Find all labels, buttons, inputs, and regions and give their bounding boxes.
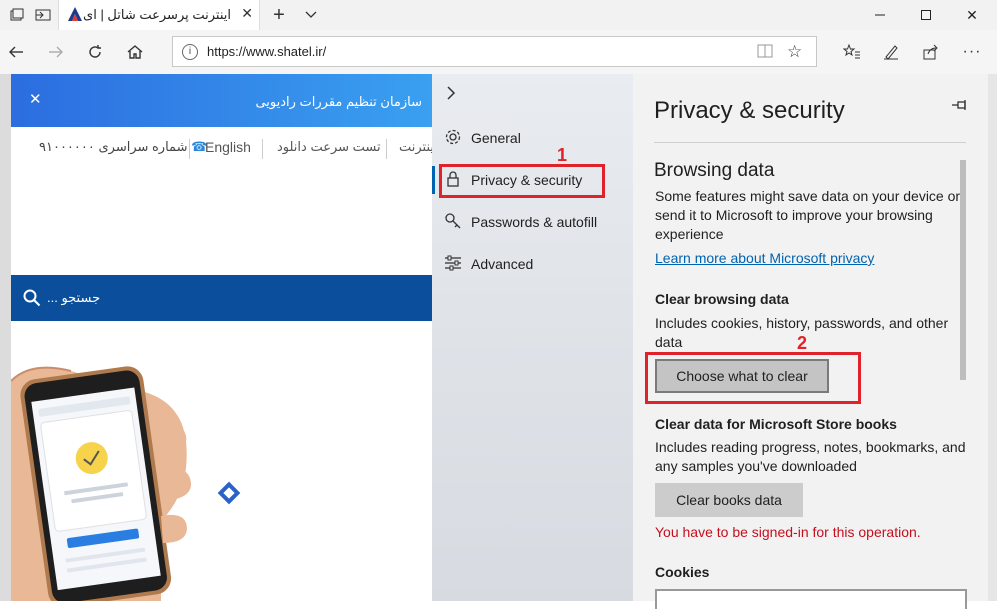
panel-scrollbar[interactable] [960,160,968,601]
search-icon[interactable] [23,289,41,307]
maximize-icon[interactable] [903,0,949,30]
site-banner: ✕ سازمان تنظیم مقررات رادیویی [11,74,432,127]
nav-divider [386,139,387,159]
refresh-icon[interactable] [79,37,111,67]
browsing-data-heading: Browsing data [654,160,775,181]
browsing-data-description: Some features might save data on your de… [655,188,961,242]
store-books-description: Includes reading progress, notes, bookma… [655,439,966,474]
signed-in-warning: You have to be signed-in for this operat… [655,524,921,540]
banner-text: سازمان تنظیم مقررات رادیویی [255,94,422,109]
step1-label: 1 [557,145,568,165]
hand-phone-image [10,366,241,601]
store-books-heading: Clear data for Microsoft Store books [655,416,897,432]
window-edge [988,74,997,601]
tab-close-icon[interactable]: ✕ [241,5,253,22]
banner-close-icon[interactable]: ✕ [29,90,42,108]
reading-view-icon[interactable] [757,44,773,63]
microsoft-privacy-link[interactable]: Learn more about Microsoft privacy [655,250,874,266]
new-tab-icon[interactable]: + [262,0,296,30]
expand-chevron-icon[interactable] [446,84,456,107]
settings-menu: General Privacy & security Passwords & a… [432,74,633,601]
menu-item-advanced[interactable]: Advanced [432,244,633,284]
tab-title: اینترنت پرسرعت شاتل | ای [83,7,231,22]
highlight-box-step1 [439,164,605,198]
nav-divider [189,139,190,159]
minimize-icon[interactable] [857,0,903,30]
pin-icon[interactable] [951,98,969,117]
step2-label: 2 [797,333,808,353]
clear-books-data-button[interactable]: Clear books data [655,483,803,517]
active-tab[interactable]: اینترنت پرسرعت شاتل | ای ✕ [58,0,260,30]
privacy-security-panel: Privacy & security Browsing data Some fe… [633,74,997,609]
clear-browsing-description: Includes cookies, history, passwords, an… [655,315,949,350]
site-phone-link[interactable]: شماره سراسری ۹۱۰۰۰۰۰۰ ☎ [39,139,207,155]
site-top-nav: شماره سراسری ۹۱۰۰۰۰۰۰ ☎ English تست سرعت… [11,127,432,171]
sliders-icon [444,254,462,272]
tab-preview-chevron-icon[interactable] [294,0,328,30]
shatel-favicon-icon [68,7,82,21]
set-tabs-aside-icon[interactable] [26,0,60,30]
home-icon[interactable] [119,37,151,67]
highlight-box-step2 [645,352,861,404]
nav-divider [262,139,263,159]
menu-item-general[interactable]: General [432,118,633,158]
address-text: https://www.shatel.ir/ [207,44,327,59]
hero-illustration [10,321,432,601]
website-content: ✕ سازمان تنظیم مقررات رادیویی شماره سراس… [0,74,432,601]
cookies-heading: Cookies [655,564,710,580]
clear-browsing-heading: Clear browsing data [655,291,789,307]
site-info-icon[interactable]: i [182,44,198,60]
close-window-icon[interactable]: ✕ [949,0,995,30]
favorites-hub-icon[interactable] [836,37,868,67]
scrollbar-thumb[interactable] [960,160,966,380]
site-search-bar[interactable]: جستجو ... [11,275,432,321]
more-options-icon[interactable]: ··· [956,37,988,67]
gear-icon [444,128,462,146]
title-bar: اینترنت پرسرعت شاتل | ای ✕ + ✕ [0,0,997,30]
menu-item-label: Advanced [471,256,534,272]
address-bar[interactable]: i https://www.shatel.ir/ ☆ [172,36,817,67]
site-speedtest-link[interactable]: تست سرعت دانلود [277,139,381,155]
search-placeholder: جستجو ... [47,290,101,305]
site-internet-link[interactable]: اینترنت [399,139,432,155]
menu-item-label: Passwords & autofill [471,214,598,230]
key-icon [444,212,462,230]
cookies-dropdown[interactable] [655,589,967,609]
site-english-link[interactable]: English [205,139,251,155]
menu-item-label: General [471,130,521,146]
site-phone-text: شماره سراسری ۹۱۰۰۰۰۰۰ [39,139,188,154]
back-icon[interactable] [0,37,32,67]
forward-icon[interactable] [40,37,72,67]
panel-title: Privacy & security [654,97,845,124]
menu-item-passwords-autofill[interactable]: Passwords & autofill [432,202,633,242]
share-icon[interactable] [915,37,947,67]
page-edge [0,74,11,601]
title-divider [654,142,966,143]
favorite-star-icon[interactable]: ☆ [787,42,802,62]
navigation-bar: i https://www.shatel.ir/ ☆ ··· [0,30,997,75]
notes-pen-icon[interactable] [875,37,907,67]
